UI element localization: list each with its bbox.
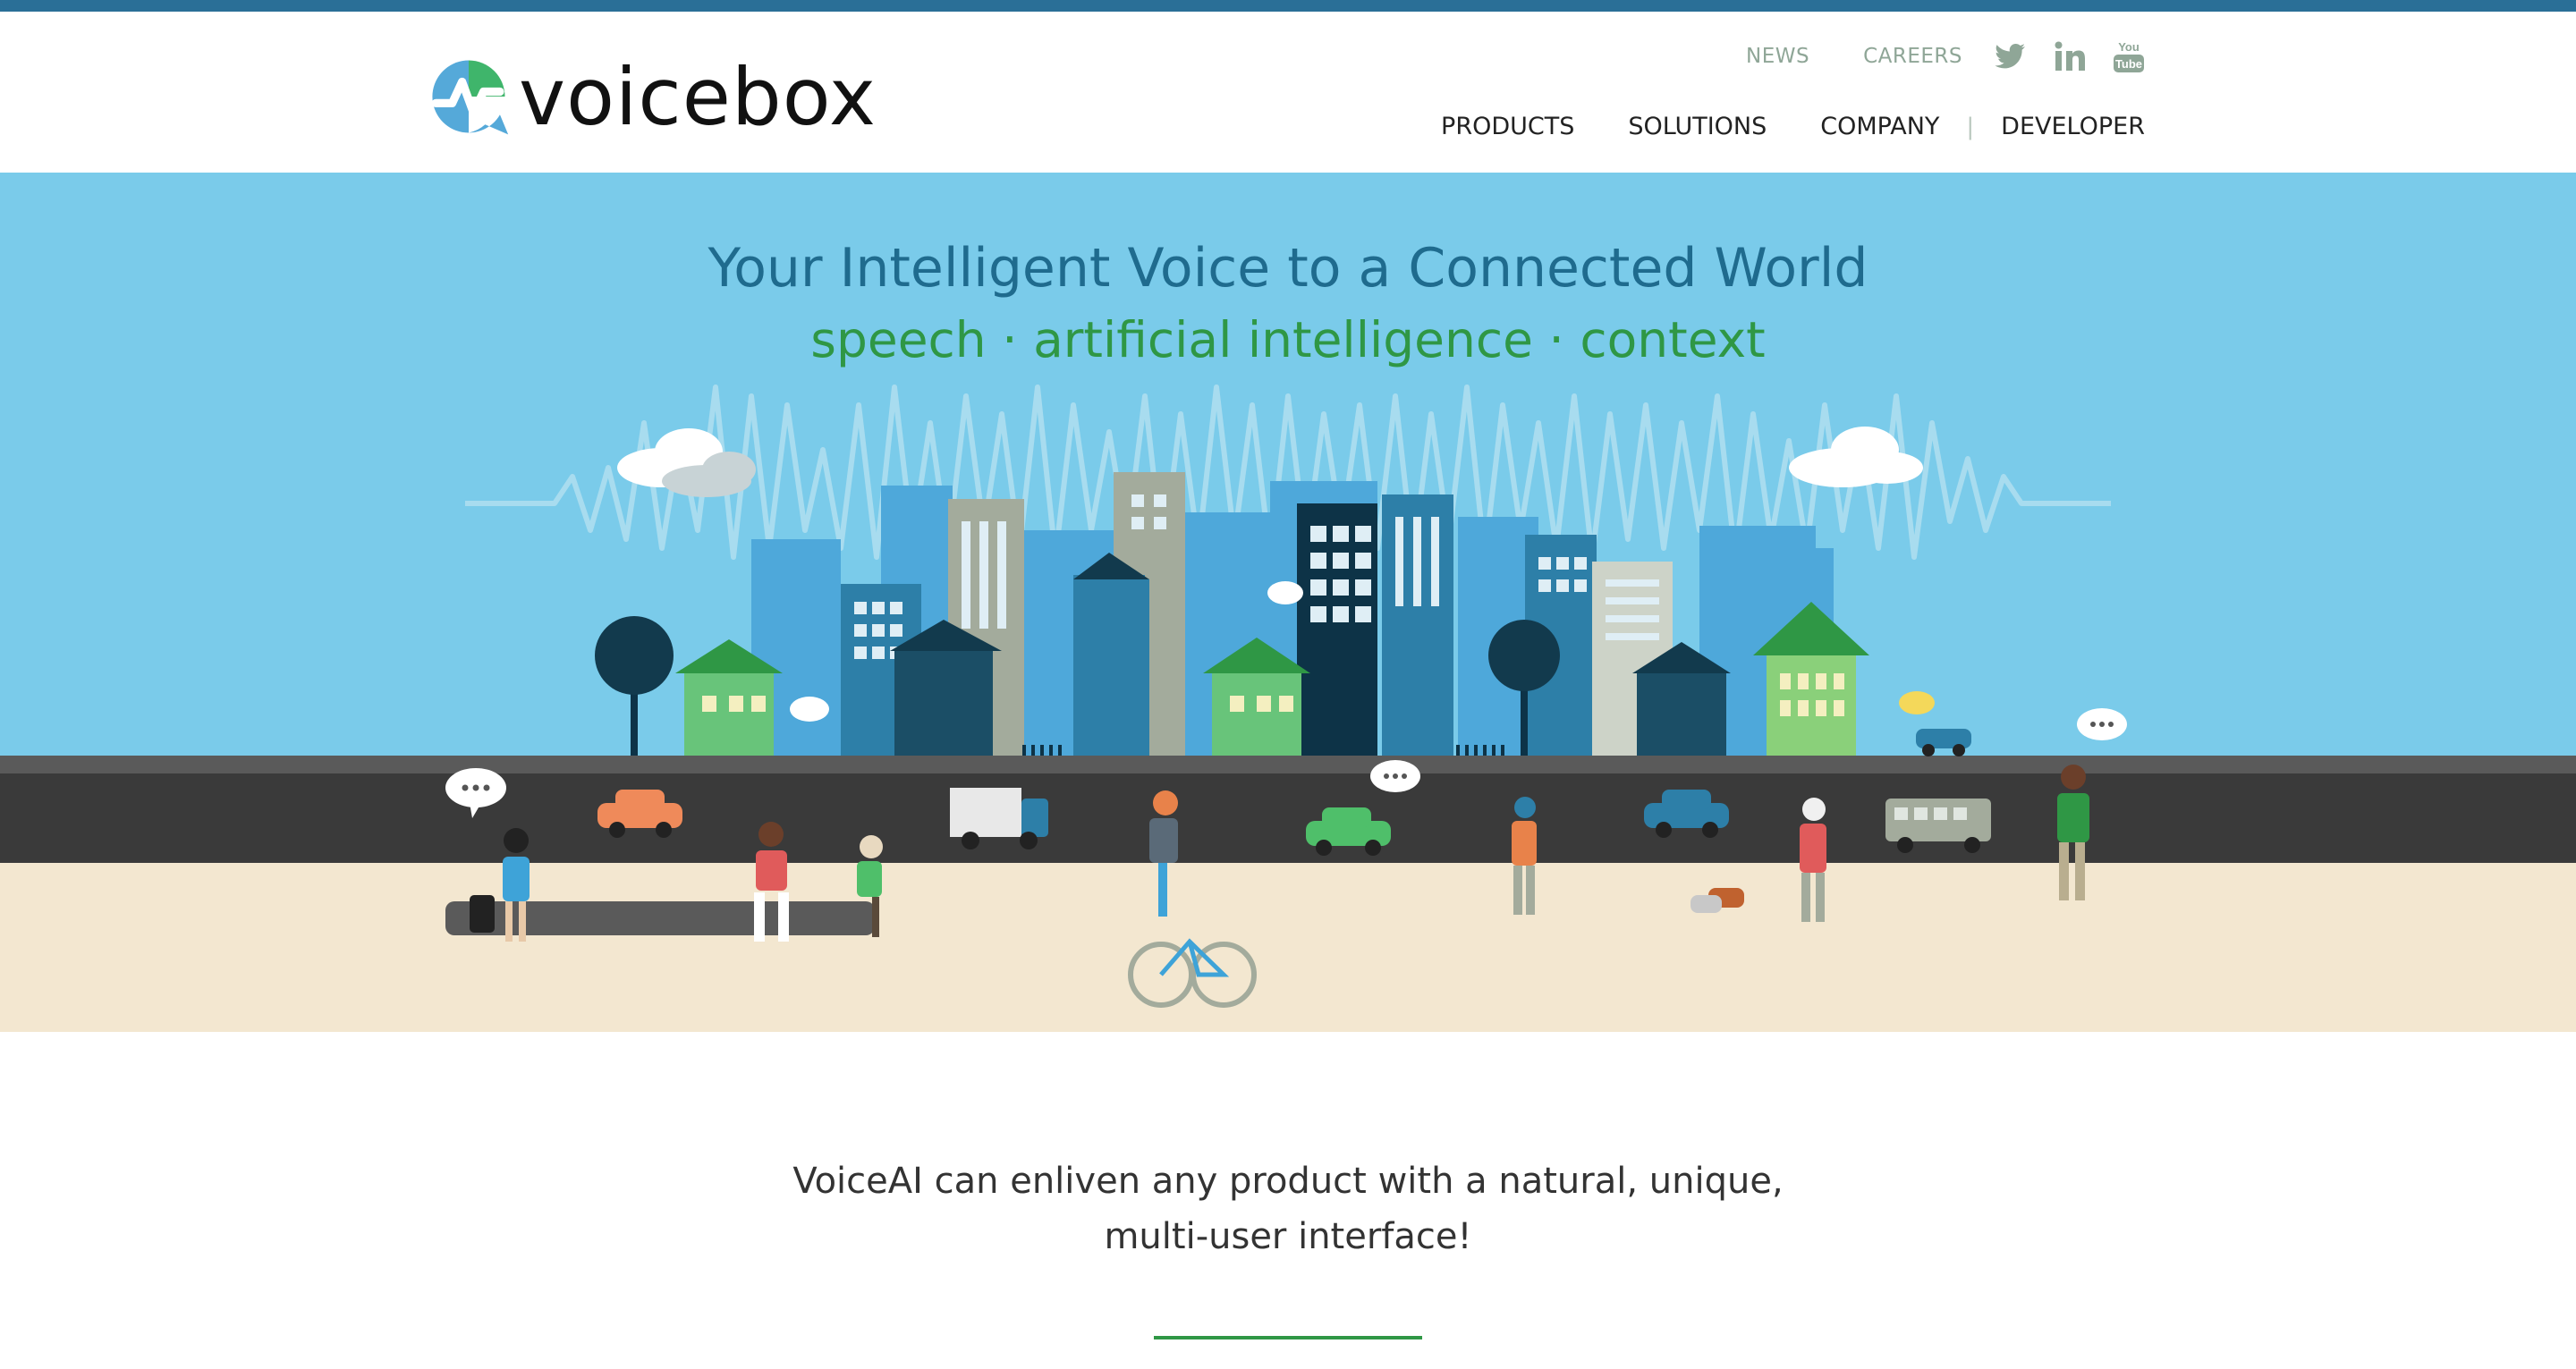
- logo-text: voicebox: [519, 50, 877, 143]
- hero-title: Your Intelligent Voice to a Connected Wo…: [708, 237, 1868, 300]
- site-header: voicebox NEWS CAREERS You Tube PRODUCTS S…: [0, 12, 2576, 173]
- nav-products[interactable]: PRODUCTS: [1441, 113, 1574, 140]
- road: [0, 773, 2576, 863]
- hero-banner: Your Intelligent Voice to a Connected Wo…: [0, 173, 2576, 1032]
- nav-solutions[interactable]: SOLUTIONS: [1628, 113, 1767, 140]
- svg-text:You: You: [2118, 40, 2140, 54]
- sidewalk: [0, 863, 2576, 1032]
- road-curb: [0, 756, 2576, 773]
- car-small-blue: [1916, 729, 1971, 756]
- twitter-icon[interactable]: [1993, 38, 2029, 74]
- top-accent-bar: [0, 0, 2576, 12]
- linkedin-icon[interactable]: [2052, 38, 2088, 74]
- voicebox-logo-mark-icon: [431, 60, 509, 135]
- nav-developer[interactable]: DEVELOPER: [2001, 113, 2145, 140]
- tree: [595, 616, 674, 772]
- logo[interactable]: voicebox: [428, 47, 877, 146]
- intro-text: VoiceAI can enliven any product with a n…: [792, 1161, 1784, 1257]
- main-nav: PRODUCTS SOLUTIONS COMPANY | DEVELOPER: [1387, 113, 2145, 140]
- nav-careers[interactable]: CAREERS: [1863, 45, 1962, 68]
- speech-bubble-icon: [1899, 691, 1935, 714]
- city-illustration: [0, 385, 2576, 1032]
- social-links: You Tube: [1993, 38, 2147, 74]
- nav-news[interactable]: NEWS: [1746, 45, 1809, 68]
- nav-divider: |: [1966, 113, 1975, 140]
- svg-text:Tube: Tube: [2115, 57, 2142, 71]
- utility-nav: NEWS CAREERS You Tube: [1692, 38, 2147, 74]
- youtube-icon[interactable]: You Tube: [2111, 38, 2147, 74]
- section-divider: [1154, 1336, 1422, 1339]
- intro-section: VoiceAI can enliven any product with a n…: [0, 1154, 2576, 1264]
- hero-subtitle: speech · artificial intelligence · conte…: [810, 311, 1766, 368]
- nav-company[interactable]: COMPANY: [1820, 113, 1939, 140]
